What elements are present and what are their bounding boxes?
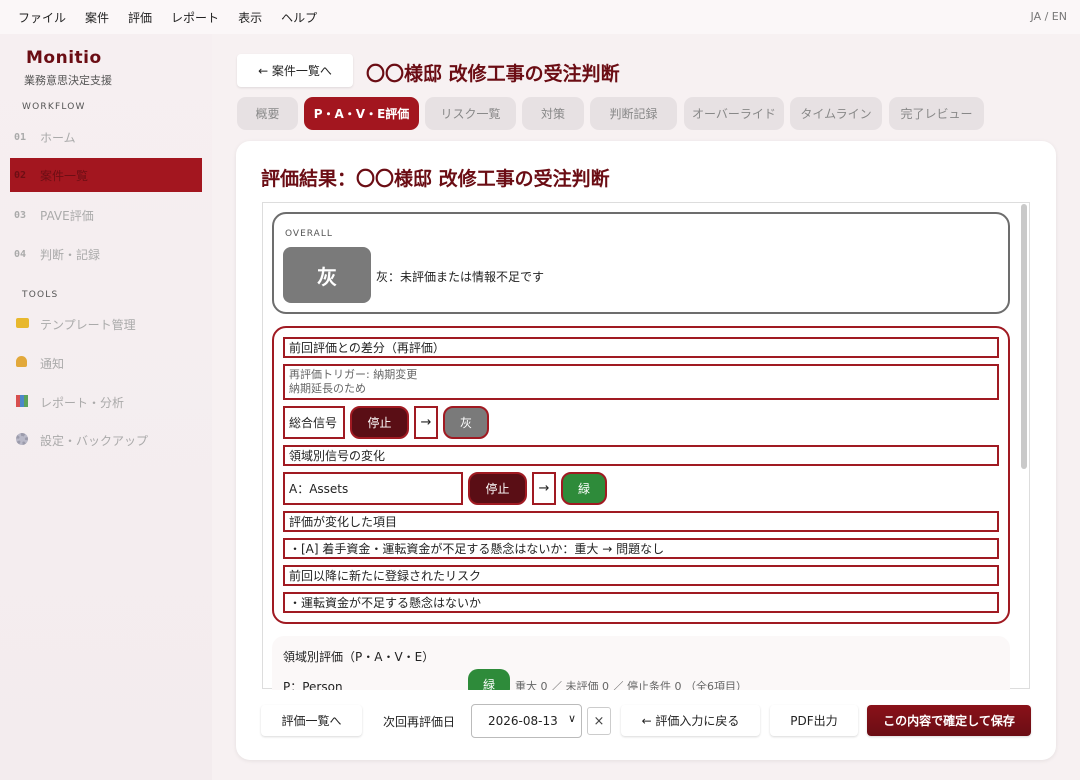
arrow-icon: → — [414, 406, 438, 439]
nav-number: 01 — [14, 131, 27, 143]
sidebar-item-templates[interactable]: テンプレート管理 — [10, 307, 202, 341]
trigger-reason: 納期延長のため — [289, 382, 366, 395]
language-toggle[interactable]: JA / EN — [1031, 10, 1067, 23]
menu-case[interactable]: 案件 — [85, 9, 109, 26]
tab-timeline[interactable]: タイムライン — [790, 97, 882, 130]
total-signal-before: 停止 — [350, 406, 409, 439]
result-title: 評価結果：〇〇様邸 改修工事の受注判断 — [261, 168, 610, 190]
nav-number: 02 — [14, 169, 27, 181]
nav-label: 判断・記録 — [40, 247, 101, 262]
tab-override[interactable]: オーバーライド — [684, 97, 784, 130]
sidebar-item-notifications[interactable]: 通知 — [10, 346, 202, 380]
page-title: 〇〇様邸 改修工事の受注判断 — [366, 63, 620, 85]
domain-assets-label: A：Assets — [283, 472, 463, 505]
menu-report[interactable]: レポート — [171, 9, 219, 26]
tab-pave[interactable]: P・A・V・E評価 — [304, 97, 419, 130]
total-signal-after: 灰 — [443, 406, 489, 439]
back-to-input-button[interactable]: ← 評価入力に戻る — [621, 705, 760, 736]
domain-signal-after: 緑 — [561, 472, 607, 505]
nav-label: 通知 — [40, 356, 65, 371]
chart-icon — [10, 394, 40, 410]
overall-panel — [272, 212, 1010, 314]
evaluation-list-button[interactable]: 評価一覧へ — [261, 705, 362, 736]
total-signal-label: 総合信号 — [283, 406, 345, 439]
tab-review[interactable]: 完了レビュー — [889, 97, 984, 130]
nav-label: PAVE評価 — [40, 208, 94, 223]
pdf-export-button[interactable]: PDF出力 — [770, 705, 858, 736]
menu-file[interactable]: ファイル — [18, 9, 66, 26]
trigger-text: 再評価トリガー: 納期変更 — [289, 368, 418, 381]
tab-overview[interactable]: 概要 — [237, 97, 298, 130]
confirm-save-button[interactable]: この内容で確定して保存 — [867, 705, 1031, 736]
changed-item: ・[A] 着手資金・運転資金が不足する懸念はないか：重大 → 問題なし — [283, 538, 999, 559]
menu-help[interactable]: ヘルプ — [281, 9, 317, 26]
reevaluation-trigger: 再評価トリガー: 納期変更 納期延長のため — [283, 364, 999, 400]
domain-signal-before: 停止 — [468, 472, 527, 505]
nav-number: 04 — [14, 248, 27, 260]
chevron-down-icon[interactable]: ∨ — [568, 712, 576, 725]
diff-heading: 前回評価との差分（再評価） — [283, 337, 999, 358]
tab-measures[interactable]: 対策 — [522, 97, 584, 130]
sidebar: Monitio 業務意思決定支援 WORKFLOW 01 ホーム 02 案件一覧… — [0, 34, 212, 780]
nav-label: レポート・分析 — [40, 395, 125, 410]
menu-bar: ファイル 案件 評価 レポート 表示 ヘルプ — [0, 0, 1080, 34]
tab-decisions[interactable]: 判断記録 — [590, 97, 677, 130]
changed-items-heading: 評価が変化した項目 — [283, 511, 999, 532]
nav-label: テンプレート管理 — [40, 317, 136, 332]
new-risks-heading: 前回以降に新たに登録されたリスク — [283, 565, 999, 586]
next-review-date-input[interactable]: 2026-08-13 ∨ — [471, 704, 582, 738]
clear-date-button[interactable]: × — [587, 707, 611, 735]
menu-evaluation[interactable]: 評価 — [128, 9, 152, 26]
sidebar-item-reports[interactable]: レポート・分析 — [10, 385, 202, 419]
sidebar-item-decision[interactable]: 04 判断・記録 — [10, 237, 202, 271]
back-to-cases-button[interactable]: ← 案件一覧へ — [237, 54, 353, 87]
workflow-section-label: WORKFLOW — [22, 102, 86, 112]
domain-change-heading: 領域別信号の変化 — [283, 445, 999, 466]
new-risk-item: ・運転資金が不足する懸念はないか — [283, 592, 999, 613]
nav-label: 案件一覧 — [40, 168, 89, 183]
nav-label: ホーム — [40, 130, 76, 145]
sidebar-item-pave[interactable]: 03 PAVE評価 — [10, 198, 202, 232]
brand-subtitle: 業務意思決定支援 — [24, 74, 112, 87]
folder-icon — [10, 317, 40, 331]
scrollbar[interactable] — [1021, 204, 1027, 469]
gear-icon — [10, 432, 40, 448]
sidebar-item-settings[interactable]: 設定・バックアップ — [10, 423, 202, 457]
domain-eval-heading: 領域別評価（P・A・V・E） — [283, 650, 435, 664]
sidebar-item-home[interactable]: 01 ホーム — [10, 120, 202, 154]
bell-icon — [10, 356, 40, 370]
sidebar-item-cases[interactable]: 02 案件一覧 — [10, 158, 202, 192]
tab-risks[interactable]: リスク一覧 — [425, 97, 516, 130]
date-value: 2026-08-13 — [488, 714, 558, 728]
tools-section-label: TOOLS — [22, 290, 59, 300]
nav-label: 設定・バックアップ — [40, 433, 149, 448]
next-review-label: 次回再評価日 — [383, 715, 456, 729]
menu-view[interactable]: 表示 — [238, 9, 262, 26]
overall-label: OVERALL — [285, 229, 333, 239]
arrow-icon: → — [532, 472, 556, 505]
brand-logo: Monitio — [26, 48, 102, 68]
nav-number: 03 — [14, 209, 27, 221]
overall-description: 灰：未評価または情報不足です — [376, 270, 545, 284]
overall-signal-badge: 灰 — [283, 247, 371, 303]
